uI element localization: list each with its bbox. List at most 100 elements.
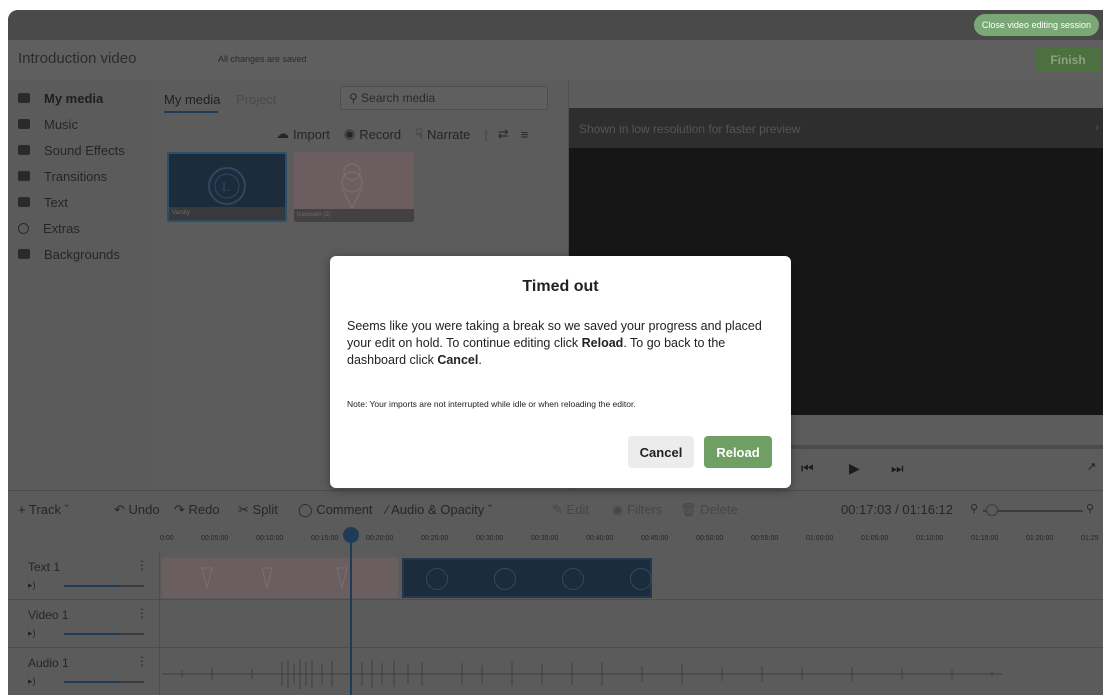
volume-icon[interactable]: ▸) (28, 676, 36, 687)
more-options-icon[interactable]: ⋮ (136, 558, 148, 572)
volume-slider[interactable] (64, 633, 144, 635)
tab-my-media[interactable]: My media (164, 92, 220, 107)
dialog-message-cancel: Cancel (437, 353, 479, 367)
narrate-button[interactable]: Narrate (427, 127, 470, 142)
folder-icon (18, 119, 30, 129)
search-icon: ⚲ (349, 91, 358, 105)
sidebar-item-label: Transitions (44, 168, 108, 184)
undo-icon: ↶ (114, 502, 125, 517)
search-input[interactable]: ⚲ Search media (340, 86, 548, 110)
cancel-button[interactable]: Cancel (628, 436, 694, 468)
comment-button[interactable]: ◯ Comment (298, 502, 373, 518)
sidebar-item-my-media[interactable]: My media (18, 88, 103, 108)
ruler-tick: 01:00:00 (806, 535, 834, 542)
sidebar-item-transitions[interactable]: Transitions (18, 166, 107, 186)
playhead-handle[interactable] (343, 527, 359, 543)
fullscreen-icon[interactable]: ↗ (1087, 460, 1096, 473)
track-header: Text 1 ⋮ ▸) (8, 552, 160, 599)
comment-icon: ◯ (298, 502, 313, 517)
clip-icecream[interactable] (162, 558, 398, 598)
filters-button[interactable]: ◉ Filters (612, 502, 662, 518)
close-session-button[interactable]: Close video editing session (973, 14, 1099, 36)
cloud-upload-icon: ☁ (276, 126, 289, 141)
playhead-line[interactable] (350, 532, 352, 695)
track-name[interactable]: Text 1 (28, 560, 60, 574)
more-options-icon[interactable]: ⋮ (136, 654, 148, 668)
transition-icon (18, 171, 30, 181)
sidebar-item-extras[interactable]: Extras (18, 218, 80, 238)
timed-out-dialog: Timed out Seems like you were taking a b… (330, 256, 791, 488)
sidebar-item-label: Backgrounds (44, 246, 120, 262)
timeline-ruler[interactable]: 0:00 00:05:00 00:10:00 00:15:00 00:20:00… (8, 530, 1103, 552)
zoom-slider[interactable] (983, 510, 1083, 512)
media-sidebar: My media Music Sound Effects Transitions… (8, 80, 158, 490)
redo-button[interactable]: ↷ Redo (174, 502, 220, 518)
editor-header: Introduction video All changes are saved… (8, 40, 1103, 80)
divider: | (484, 126, 488, 142)
track-name[interactable]: Video 1 (28, 608, 68, 622)
plus-icon: + (18, 502, 26, 517)
pencil-icon: ✎ (552, 502, 563, 517)
audio-waveform[interactable] (162, 656, 1002, 692)
dialog-message-reload: Reload (581, 336, 624, 350)
sidebar-item-backgrounds[interactable]: Backgrounds (18, 244, 120, 264)
smiley-icon (18, 222, 29, 234)
edit-button[interactable]: ✎ Edit (552, 502, 589, 518)
scissors-icon: ✂ (238, 502, 249, 517)
preview-notice-text: Shown in low resolution for faster previ… (579, 122, 801, 136)
audio-opacity-label: Audio & Opacity (391, 502, 485, 517)
thumbnail-caption: Icecream (2) (294, 209, 414, 222)
chevron-down-icon: ˇ (64, 502, 69, 517)
zoom-out-icon[interactable]: ⚲ (970, 502, 978, 515)
ruler-tick: 01:05:00 (861, 535, 889, 542)
zoom-slider-handle[interactable] (986, 504, 998, 516)
top-strip: Close video editing session (8, 10, 1103, 40)
trash-icon: 🗑 (680, 502, 697, 517)
reload-button[interactable]: Reload (704, 436, 772, 468)
skip-back-icon[interactable]: ⏮ (801, 460, 814, 477)
skip-forward-icon[interactable]: ⏭ (891, 460, 904, 477)
track-header: Audio 1 ⋮ ▸) (8, 648, 160, 695)
track-name[interactable]: Audio 1 (28, 656, 69, 670)
add-track-button[interactable]: + Track ˇ (18, 502, 69, 517)
finish-button[interactable]: Finish (1035, 48, 1101, 72)
varsity-logo-icon (630, 568, 652, 590)
sidebar-item-music[interactable]: Music (18, 114, 78, 134)
sidebar-item-text[interactable]: Text (18, 192, 68, 212)
filter-icon: ◉ (612, 502, 624, 517)
volume-icon[interactable]: ▸) (28, 628, 36, 639)
record-button[interactable]: Record (359, 127, 401, 142)
add-track-label: Track (28, 502, 62, 517)
more-options-icon[interactable]: ⋮ (136, 606, 148, 620)
media-thumbnail-varsity[interactable]: L Varsity (167, 152, 287, 222)
volume-slider[interactable] (64, 585, 144, 587)
ruler-tick: 00:55:00 (751, 535, 779, 542)
zoom-in-icon[interactable]: ⚲ (1086, 502, 1094, 515)
ruler-tick: 00:35:00 (531, 535, 559, 542)
background-icon (18, 249, 30, 259)
ruler-tick: 00:20:00 (366, 535, 394, 542)
media-thumbnail-icecream[interactable]: Icecream (2) (294, 152, 414, 222)
delete-button[interactable]: 🗑 Delete (680, 502, 738, 518)
tab-project[interactable]: Project (236, 92, 276, 107)
volume-slider[interactable] (64, 681, 144, 683)
track-audio-1: Audio 1 ⋮ ▸) (8, 648, 1103, 695)
play-icon[interactable]: ▶ (849, 460, 860, 477)
search-placeholder: Search media (361, 91, 436, 105)
audio-opacity-button[interactable]: ∕ Audio & Opacity ˇ (386, 502, 492, 517)
import-button[interactable]: Import (293, 127, 330, 142)
undo-button[interactable]: ↶ Undo (114, 502, 160, 518)
thumbnail-caption: Varsity (169, 207, 285, 220)
volume-icon[interactable]: ▸) (28, 580, 36, 591)
filter-icon[interactable]: ≡ (521, 127, 529, 142)
split-button[interactable]: ✂ Split (238, 502, 278, 518)
varsity-logo-icon (494, 568, 516, 590)
chevron-down-icon: ˇ (487, 502, 493, 517)
close-icon[interactable]: › (1095, 120, 1099, 134)
project-title[interactable]: Introduction video (18, 50, 136, 67)
clip-varsity[interactable] (402, 558, 652, 598)
sidebar-item-sound-effects[interactable]: Sound Effects (18, 140, 125, 160)
sort-icon[interactable]: ⇄ (498, 126, 509, 142)
sidebar-item-label: My media (44, 90, 104, 106)
folder-icon (18, 145, 30, 155)
